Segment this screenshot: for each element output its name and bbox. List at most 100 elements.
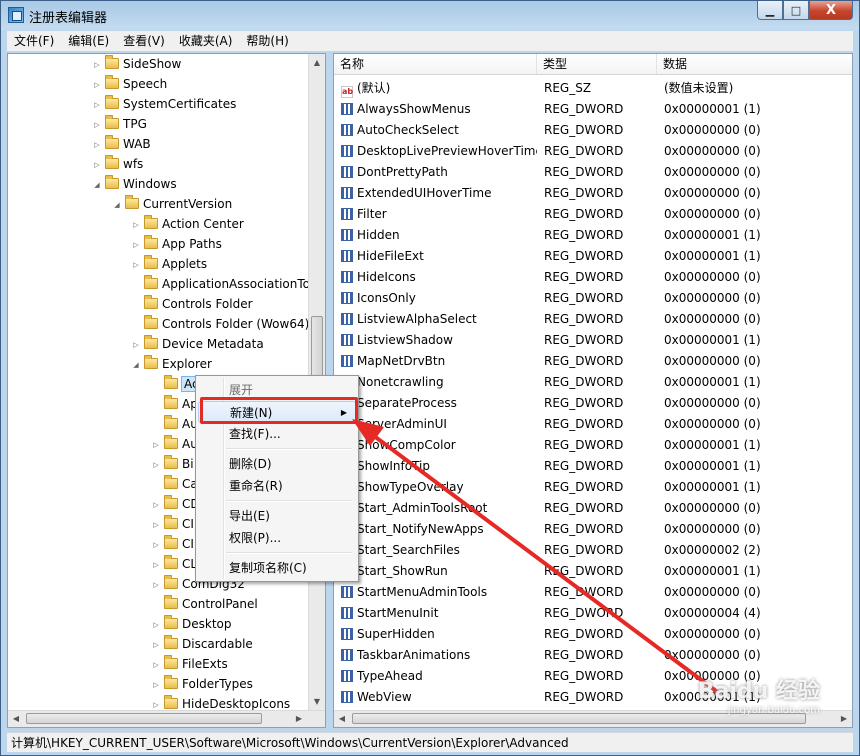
tree-item[interactable]: ▷ App Paths [131,234,222,254]
scroll-up-arrow-icon[interactable]: ▲ [309,54,325,71]
value-row[interactable]: Start_ShowRun REG_DWORD 0x00000001 (1) [334,561,852,582]
expand-arrow-icon[interactable]: ▷ [92,55,102,75]
value-row[interactable]: TaskbarAnimations REG_DWORD 0x00000000 (0) [334,645,852,666]
tree-item[interactable]: ▷ FolderTypes [151,674,253,694]
close-button[interactable]: X [809,1,853,20]
minimize-button[interactable]: ▁ [757,1,783,20]
context-menu-item[interactable]: 复制项名称(C) [198,557,356,579]
scroll-down-arrow-icon[interactable]: ▼ [309,693,325,710]
tree-item[interactable]: Ac [151,374,202,394]
title-bar[interactable]: 注册表编辑器 ▁ □ X [1,1,859,29]
expand-arrow-icon[interactable]: ▷ [92,115,102,135]
expand-arrow-icon[interactable]: ▷ [131,335,141,355]
value-row[interactable]: AlwaysShowMenus REG_DWORD 0x00000001 (1) [334,99,852,120]
value-row[interactable]: SuperHidden REG_DWORD 0x00000000 (0) [334,624,852,645]
tree-item[interactable]: ▷ CD [151,494,200,514]
value-row[interactable]: StartMenuAdminTools REG_DWORD 0x00000000 (… [334,582,852,603]
value-row[interactable]: ab (默认) REG_SZ (数值未设置) [334,78,852,99]
tree-item[interactable]: ▷ SystemCertificates [92,94,236,114]
value-row[interactable]: SeparateProcess REG_DWORD 0x00000000 (0) [334,393,852,414]
tree-item[interactable]: ◢ Explorer [131,354,212,374]
tree-item[interactable]: ApplicationAssociationTo [131,274,310,294]
expand-arrow-icon[interactable]: ▷ [92,155,102,175]
value-row[interactable]: Filter REG_DWORD 0x00000000 (0) [334,204,852,225]
context-menu-item[interactable]: 导出(E) [198,505,356,527]
tree-item[interactable]: ▷ TPG [92,114,147,134]
value-row[interactable]: HideIcons REG_DWORD 0x00000000 (0) [334,267,852,288]
value-row[interactable]: Hidden REG_DWORD 0x00000001 (1) [334,225,852,246]
scroll-left-arrow-icon[interactable]: ◀ [334,711,350,727]
value-row[interactable]: ListviewShadow REG_DWORD 0x00000001 (1) [334,330,852,351]
tree-item[interactable]: ControlPanel [151,594,258,614]
expand-arrow-icon[interactable]: ▷ [151,535,161,555]
menu-help[interactable]: 帮助(H) [239,31,295,51]
tree-item[interactable]: Au [151,414,198,434]
tree-item[interactable]: ▷ Action Center [131,214,244,234]
column-header-type[interactable]: 类型 [537,54,657,74]
expand-arrow-icon[interactable]: ▷ [151,435,161,455]
value-row[interactable]: ServerAdminUI REG_DWORD 0x00000000 (0) [334,414,852,435]
expand-arrow-icon[interactable]: ▷ [151,555,161,575]
value-row[interactable]: HideFileExt REG_DWORD 0x00000001 (1) [334,246,852,267]
expand-arrow-icon[interactable]: ▷ [92,95,102,115]
expand-arrow-icon[interactable]: ▷ [151,635,161,655]
value-row[interactable]: Nonetcrawling REG_DWORD 0x00000001 (1) [334,372,852,393]
column-header-name[interactable]: 名称 [334,54,537,74]
expand-arrow-icon[interactable]: ▷ [131,215,141,235]
tree-item[interactable]: ▷ SideShow [92,54,181,74]
context-menu-item[interactable]: 重命名(R) [198,475,356,497]
value-row[interactable]: ShowInfoTip REG_DWORD 0x00000001 (1) [334,456,852,477]
tree-item[interactable]: Ap [151,394,198,414]
expand-arrow-icon[interactable]: ▷ [131,255,141,275]
expand-arrow-icon[interactable]: ▷ [151,515,161,535]
values-list-pane[interactable]: 名称 类型 数据 ab (默认) REG_SZ (数值未设置) AlwaysShowMe… [333,53,853,728]
expand-arrow-icon[interactable]: ▷ [92,75,102,95]
tree-item[interactable]: ▷ Bi [151,454,194,474]
tree-item[interactable]: ▷ FileExts [151,654,228,674]
value-row[interactable]: ShowCompColor REG_DWORD 0x00000001 (1) [334,435,852,456]
scroll-thumb[interactable] [26,713,262,724]
menu-edit[interactable]: 编辑(E) [61,31,116,51]
tree-item[interactable]: Controls Folder [131,294,253,314]
tree-item[interactable]: ▷ Desktop [151,614,232,634]
expand-arrow-icon[interactable]: ▷ [92,135,102,155]
expand-arrow-icon[interactable]: ▷ [151,615,161,635]
scroll-right-arrow-icon[interactable]: ▶ [836,711,852,727]
scroll-right-arrow-icon[interactable]: ▶ [291,711,307,727]
tree-item[interactable]: Ca [151,474,198,494]
tree-item[interactable]: ▷ Device Metadata [131,334,264,354]
expand-arrow-icon[interactable]: ▷ [151,655,161,675]
value-row[interactable]: DesktopLivePreviewHoverTime REG_DWORD 0x00… [334,141,852,162]
value-row[interactable]: StartMenuInit REG_DWORD 0x00000004 (4) [334,603,852,624]
tree-item[interactable]: ▷ CI [151,514,194,534]
tree-horizontal-scrollbar[interactable]: ◀ ▶ [8,710,325,727]
tree-item[interactable]: Controls Folder (Wow64) [131,314,309,334]
expand-arrow-icon[interactable]: ▷ [151,575,161,595]
menu-favorites[interactable]: 收藏夹(A) [172,31,240,51]
value-row[interactable]: Start_NotifyNewApps REG_DWORD 0x00000000 (… [334,519,852,540]
tree-item[interactable]: ▷ Applets [131,254,207,274]
column-header-data[interactable]: 数据 [657,54,852,74]
tree-item[interactable]: ▷ WAB [92,134,151,154]
context-menu-item[interactable]: 删除(D) [198,453,356,475]
value-row[interactable]: AutoCheckSelect REG_DWORD 0x00000000 (0) [334,120,852,141]
value-row[interactable]: Start_SearchFiles REG_DWORD 0x00000002 (2) [334,540,852,561]
value-row[interactable]: DontPrettyPath REG_DWORD 0x00000000 (0) [334,162,852,183]
collapse-arrow-icon[interactable]: ◢ [112,195,122,215]
value-row[interactable]: MapNetDrvBtn REG_DWORD 0x00000000 (0) [334,351,852,372]
tree-item[interactable]: ▷ CL [151,554,197,574]
tree-item[interactable]: ▷ wfs [92,154,143,174]
context-menu-item[interactable]: 查找(F)... [198,423,356,445]
expand-arrow-icon[interactable]: ▷ [151,455,161,475]
menu-file[interactable]: 文件(F) [7,31,61,51]
value-row[interactable]: ExtendedUIHoverTime REG_DWORD 0x00000000 (… [334,183,852,204]
tree-item[interactable]: ◢ Windows [92,174,177,194]
tree-item[interactable]: ▷ Speech [92,74,167,94]
value-row[interactable]: ShowTypeOverlay REG_DWORD 0x00000001 (1) [334,477,852,498]
value-row[interactable]: Start_AdminToolsRoot REG_DWORD 0x00000000 … [334,498,852,519]
expand-arrow-icon[interactable]: ▷ [151,675,161,695]
tree-item[interactable]: ▷ Discardable [151,634,253,654]
tree-item[interactable]: ▷ Au [151,434,198,454]
context-menu-item[interactable]: 权限(P)... [198,527,356,549]
scroll-left-arrow-icon[interactable]: ◀ [8,711,24,727]
